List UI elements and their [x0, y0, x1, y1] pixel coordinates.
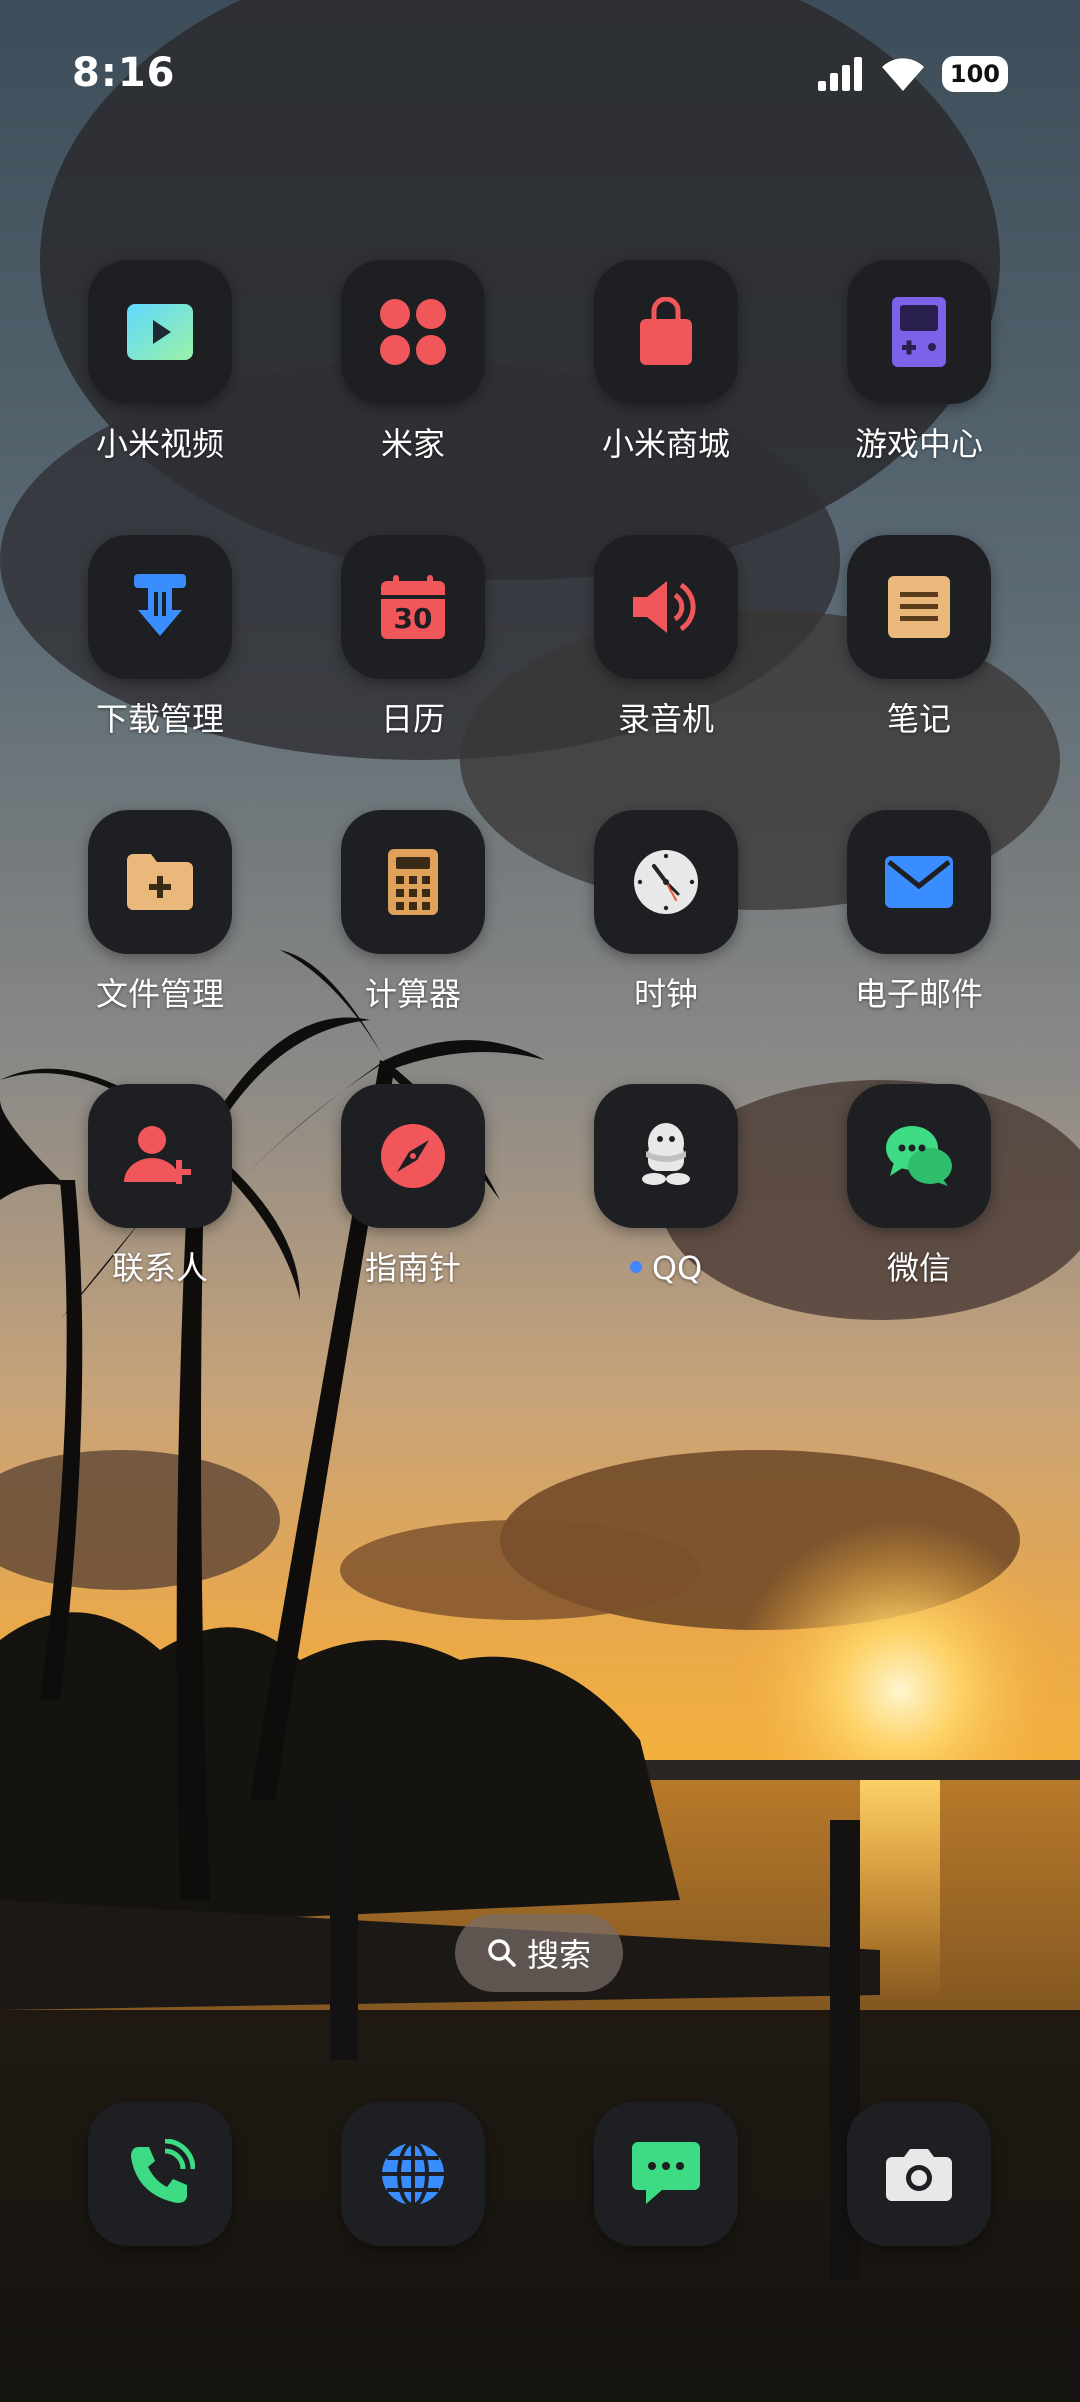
penguin-icon	[642, 1123, 690, 1185]
app-tile[interactable]	[594, 810, 738, 954]
dock-camera[interactable]	[847, 2102, 991, 2246]
app-tile[interactable]	[594, 1084, 738, 1228]
app-tile[interactable]	[88, 1084, 232, 1228]
app-tile[interactable]	[88, 810, 232, 954]
app-game-center[interactable]: 游戏中心	[794, 260, 1044, 464]
app-label: 电子邮件	[854, 975, 983, 1013]
search-icon	[488, 1939, 516, 1967]
app-wechat[interactable]: 微信	[794, 1084, 1044, 1288]
app-file-manager[interactable]: 文件管理	[35, 810, 285, 1014]
app-label-text: QQ	[651, 1249, 703, 1287]
search-button[interactable]: 搜索	[455, 1914, 623, 1992]
phone-icon	[131, 2139, 195, 2203]
add-contact-icon	[124, 1126, 191, 1184]
app-tile[interactable]: 30	[341, 535, 485, 679]
app-label: QQ	[541, 1248, 791, 1288]
app-tile[interactable]	[594, 535, 738, 679]
gameboy-icon	[892, 297, 946, 367]
dock-phone[interactable]	[88, 2102, 232, 2246]
app-label: 联系人	[111, 1249, 208, 1287]
app-tile[interactable]	[847, 810, 991, 954]
calculator-icon	[388, 849, 438, 915]
app-tile[interactable]	[847, 535, 991, 679]
app-tile[interactable]	[341, 1084, 485, 1228]
app-tile[interactable]	[88, 535, 232, 679]
mail-icon	[885, 856, 953, 908]
app-label: 计算器	[364, 975, 461, 1013]
app-label: 笔记	[886, 700, 951, 738]
app-tile[interactable]	[341, 810, 485, 954]
calendar-icon: 30	[381, 575, 445, 639]
app-label: 游戏中心	[854, 425, 983, 463]
four-dots-icon	[380, 299, 446, 365]
cellular-signal-icon	[817, 57, 862, 91]
notes-icon	[888, 576, 950, 638]
status-time: 8:16	[72, 50, 176, 96]
compass-icon	[381, 1124, 445, 1188]
app-xiaomi-video[interactable]: 小米视频	[35, 260, 285, 464]
app-tile[interactable]	[847, 260, 991, 404]
app-mijia[interactable]: 米家	[288, 260, 538, 464]
app-label: 微信	[886, 1249, 951, 1287]
globe-icon	[382, 2141, 444, 2207]
clock-icon	[634, 850, 698, 914]
app-recorder[interactable]: 录音机	[541, 535, 791, 739]
app-tile[interactable]	[847, 1084, 991, 1228]
app-label: 小米商城	[601, 425, 730, 463]
app-compass[interactable]: 指南针	[288, 1084, 538, 1288]
dock-browser[interactable]	[341, 2102, 485, 2246]
app-xiaomi-mall[interactable]: 小米商城	[541, 260, 791, 464]
search-label: 搜索	[526, 1936, 591, 1974]
status-bar: 8:16 100	[0, 0, 1080, 150]
app-label: 指南针	[364, 1249, 461, 1287]
app-tile[interactable]	[594, 260, 738, 404]
app-tile[interactable]	[341, 260, 485, 404]
app-label: 米家	[380, 425, 445, 463]
app-calculator[interactable]: 计算器	[288, 810, 538, 1014]
folder-icon	[127, 854, 193, 910]
app-email[interactable]: 电子邮件	[794, 810, 1044, 1014]
speaker-icon	[633, 581, 696, 633]
camera-icon	[886, 2149, 952, 2201]
play-icon	[127, 304, 193, 360]
app-contacts[interactable]: 联系人	[35, 1084, 285, 1288]
app-calendar[interactable]: 30 日历	[288, 535, 538, 739]
battery-indicator: 100	[941, 56, 1008, 92]
app-label: 录音机	[617, 700, 714, 738]
status-icons: 100	[817, 56, 1008, 92]
wifi-icon	[881, 58, 924, 91]
app-downloads[interactable]: 下载管理	[35, 535, 285, 739]
calendar-day: 30	[393, 602, 433, 635]
app-qq[interactable]: QQ	[541, 1084, 791, 1288]
chat-bubbles-icon	[886, 1126, 952, 1186]
app-notes[interactable]: 笔记	[794, 535, 1044, 739]
app-tile[interactable]	[88, 260, 232, 404]
app-label: 文件管理	[95, 975, 224, 1013]
app-label: 小米视频	[95, 425, 224, 463]
shopping-bag-icon	[640, 297, 692, 365]
notification-dot	[629, 1261, 642, 1273]
app-label: 日历	[380, 700, 445, 738]
message-icon	[632, 2142, 700, 2204]
app-label: 时钟	[633, 975, 698, 1013]
dock-messages[interactable]	[594, 2102, 738, 2246]
app-label: 下载管理	[95, 700, 224, 738]
download-icon	[134, 574, 186, 636]
app-clock[interactable]: 时钟	[541, 810, 791, 1014]
